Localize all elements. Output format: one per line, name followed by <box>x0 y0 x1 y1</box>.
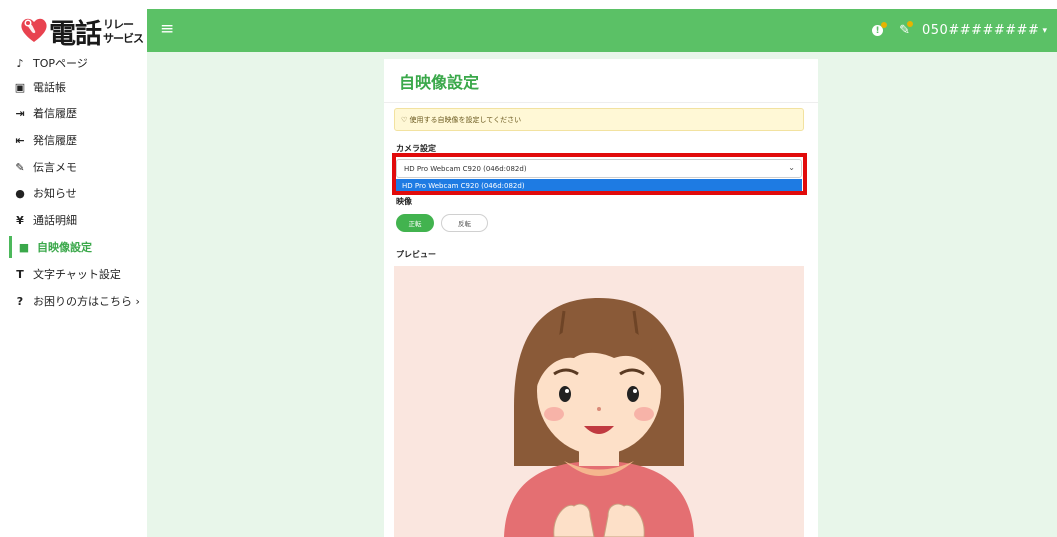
chevron-down-icon[interactable]: ▾ <box>1042 26 1047 36</box>
yen-icon: ¥ <box>16 213 24 227</box>
sidebar-item-label: 電話帳 <box>33 81 66 94</box>
music-note-icon: ♪ <box>16 56 24 70</box>
info-alert: ♡ 使用する自映像を設定してください <box>394 108 804 131</box>
reverse-button[interactable]: 反転 <box>441 214 488 232</box>
exclamation-circle-icon: ● <box>15 186 25 200</box>
page-title: 自映像設定 <box>399 73 480 92</box>
sidebar-item-incoming[interactable]: ⇥ 着信履歴 <box>9 102 147 124</box>
edit-icon: ✎ <box>15 160 25 174</box>
info-icon[interactable]: ! <box>872 22 888 36</box>
sidebar-item-help[interactable]: ? お困りの方はこちら › <box>9 290 147 312</box>
video-preview <box>394 266 804 537</box>
sidebar-item-label: お知らせ <box>33 187 77 200</box>
sidebar-item-self-video[interactable]: ■ 自映像設定 <box>9 236 147 258</box>
main-content: 自映像設定 ♡ 使用する自映像を設定してください カメラ設定 HD Pro We… <box>147 52 1057 537</box>
active-indicator <box>9 236 12 258</box>
address-book-icon: ▣ <box>14 80 26 94</box>
phone-number-menu[interactable]: 050######## <box>922 23 1039 38</box>
preview-label: プレビュー <box>396 250 436 259</box>
sidebar-item-label: 着信履歴 <box>33 107 77 120</box>
logo[interactable]: 電話 リレー サービス <box>9 9 147 52</box>
highlight-box <box>392 153 807 195</box>
sidebar-item-phonebook[interactable]: ▣ 電話帳 <box>9 76 147 98</box>
settings-card: 自映像設定 ♡ 使用する自映像を設定してください カメラ設定 HD Pro We… <box>384 59 818 537</box>
top-right-tools: ! ✎ 050######## ▾ <box>872 9 1047 52</box>
sidebar-item-label: 通話明細 <box>33 214 77 227</box>
sign-out-icon: ⇤ <box>15 133 25 147</box>
sidebar-item-news[interactable]: ● お知らせ <box>9 182 147 204</box>
heart-logo-icon <box>21 18 47 42</box>
text-height-icon: T <box>16 267 24 281</box>
sidebar-item-memo[interactable]: ✎ 伝言メモ <box>9 156 147 178</box>
sidebar-item-outgoing[interactable]: ⇤ 発信履歴 <box>9 129 147 151</box>
sidebar: ♪ TOPページ ▣ 電話帳 ⇥ 着信履歴 ⇤ 発信履歴 ✎ 伝言メモ ● お知… <box>9 52 147 537</box>
preview-avatar-illustration <box>504 298 694 537</box>
notification-badge <box>881 22 888 28</box>
sidebar-item-label: 文字チャット設定 <box>33 268 121 281</box>
sidebar-item-label: TOPページ <box>33 57 88 70</box>
top-bar: 電話 リレー サービス ≡ ! ✎ 050######## ▾ <box>9 9 1057 52</box>
memo-edit-icon[interactable]: ✎ <box>899 21 913 38</box>
sidebar-item-top[interactable]: ♪ TOPページ <box>9 52 147 74</box>
sign-in-icon: ⇥ <box>15 106 25 120</box>
sidebar-item-label: お困りの方はこちら › <box>33 295 140 308</box>
sidebar-item-label: 伝言メモ <box>33 161 77 174</box>
sidebar-item-billing[interactable]: ¥ 通話明細 <box>9 209 147 231</box>
divider <box>384 102 818 103</box>
image-label: 映像 <box>396 197 412 206</box>
sidebar-item-label: 発信履歴 <box>33 134 77 147</box>
logo-sub-bottom: サービス <box>103 32 144 45</box>
app-frame: 電話 リレー サービス ≡ ! ✎ 050######## ▾ ♪ TOPページ … <box>9 9 1057 537</box>
logo-main-text: 電話 <box>49 19 102 50</box>
memo-badge <box>907 21 913 27</box>
sidebar-item-label: 自映像設定 <box>37 241 92 254</box>
question-circle-icon: ? <box>16 294 24 308</box>
video-camera-icon: ■ <box>18 240 30 254</box>
menu-toggle-icon[interactable]: ≡ <box>160 19 174 39</box>
sidebar-item-text-chat[interactable]: T 文字チャット設定 <box>9 263 147 285</box>
normal-button[interactable]: 正転 <box>396 214 434 232</box>
